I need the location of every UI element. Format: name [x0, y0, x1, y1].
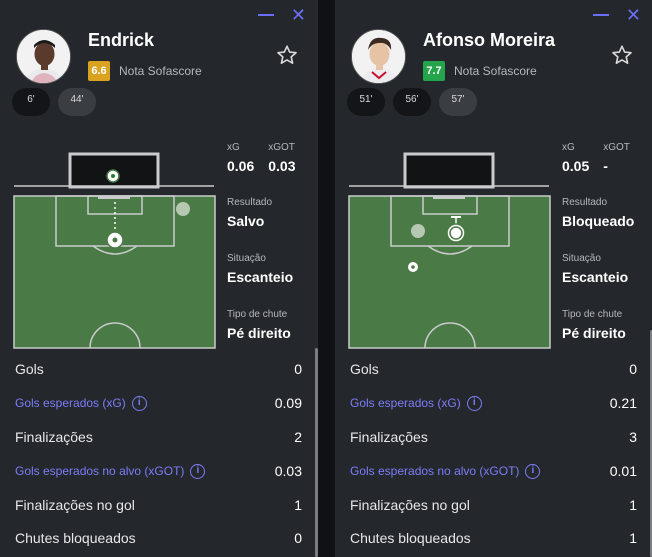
stat-row-shots: Finalizações 3	[350, 429, 637, 445]
shot-chip-selected[interactable]: 57'	[439, 88, 477, 116]
rating-badge: 7.7	[423, 61, 445, 81]
close-icon[interactable]: ✕	[291, 5, 306, 25]
situation-label: Situação	[227, 253, 266, 264]
shot-map	[0, 140, 230, 352]
player-avatar	[16, 29, 71, 84]
result-value: Bloqueado	[562, 213, 635, 229]
situation-value: Escanteio	[227, 269, 294, 285]
shot-marker	[176, 202, 190, 216]
shot-timeline: 51' 56' 57'	[347, 88, 477, 116]
player-panel-endrick: ✕ Endrick 6.6 Nota Sofascore 6' 44' xG 0…	[0, 0, 318, 557]
xgot-label: xGOT	[268, 142, 295, 153]
stat-row-goals: Gols 0	[15, 361, 302, 377]
shot-type-value: Pé direito	[227, 325, 291, 341]
stat-row-blocked-shots: Chutes bloqueados 0	[15, 530, 302, 546]
favorite-star-icon[interactable]	[611, 44, 633, 66]
player-panel-afonso-moreira: ✕ Afonso Moreira 7.7 Nota Sofascore 51' …	[335, 0, 652, 557]
info-icon[interactable]: i	[466, 395, 482, 411]
stat-row-blocked-shots: Chutes bloqueados 1	[350, 530, 637, 546]
shot-type-value: Pé direito	[562, 325, 626, 341]
result-label: Resultado	[562, 197, 608, 208]
xgot-value: 0.03	[268, 158, 296, 174]
shot-marker	[411, 224, 425, 238]
info-icon[interactable]: i	[190, 463, 206, 479]
situation-value: Escanteio	[562, 269, 629, 285]
shot-chip[interactable]: 56'	[393, 88, 431, 116]
close-icon[interactable]: ✕	[626, 5, 641, 25]
goal-frame	[405, 154, 493, 187]
xg-label: xG	[227, 142, 240, 153]
stat-row-shots-on-target: Finalizações no gol 1	[15, 497, 302, 513]
xg-value: 0.06	[227, 158, 255, 174]
rating-label: Nota Sofascore	[454, 64, 537, 78]
shot-type-label: Tipo de chute	[562, 309, 623, 320]
shot-chip[interactable]: 6'	[12, 88, 50, 116]
minimize-icon[interactable]	[593, 14, 609, 16]
shot-chip[interactable]: 51'	[347, 88, 385, 116]
favorite-star-icon[interactable]	[276, 44, 298, 66]
info-icon[interactable]: i	[525, 463, 541, 479]
shot-map	[335, 140, 565, 352]
stat-row-goals: Gols 0	[350, 361, 637, 377]
stat-row-xgot[interactable]: Gols esperados no alvo (xGOT) i 0.03	[15, 454, 302, 488]
rating-badge: 6.6	[88, 61, 110, 81]
stat-row-xgot[interactable]: Gols esperados no alvo (xGOT) i 0.01	[350, 454, 637, 488]
shot-chip-selected[interactable]: 44'	[58, 88, 96, 116]
situation-label: Situação	[562, 253, 601, 264]
shot-type-label: Tipo de chute	[227, 309, 288, 320]
stat-row-shots: Finalizações 2	[15, 429, 302, 445]
minimize-icon[interactable]	[258, 14, 274, 16]
xgot-value: -	[603, 158, 608, 174]
xgot-label: xGOT	[603, 142, 630, 153]
stat-row-xg[interactable]: Gols esperados (xG) i 0.21	[350, 386, 637, 420]
stat-row-shots-on-target: Finalizações no gol 1	[350, 497, 637, 513]
xg-label: xG	[562, 142, 575, 153]
player-name: Endrick	[88, 30, 155, 50]
shot-timeline: 6' 44'	[12, 88, 96, 116]
scrollbar[interactable]	[315, 348, 318, 557]
info-icon[interactable]: i	[131, 395, 147, 411]
rating-label: Nota Sofascore	[119, 64, 202, 78]
xg-value: 0.05	[562, 158, 590, 174]
player-name: Afonso Moreira	[423, 30, 556, 50]
player-avatar	[351, 29, 406, 84]
result-label: Resultado	[227, 197, 273, 208]
pitch	[348, 195, 551, 349]
stat-row-xg[interactable]: Gols esperados (xG) i 0.09	[15, 386, 302, 420]
result-value: Salvo	[227, 213, 265, 229]
